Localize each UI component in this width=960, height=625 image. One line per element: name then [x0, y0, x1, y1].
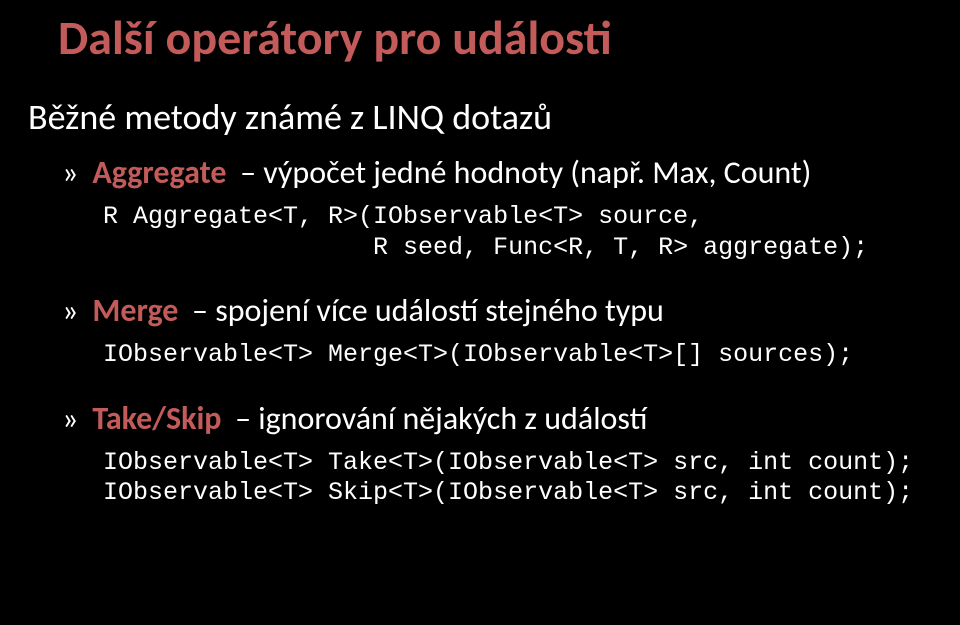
- bullet-line: » Aggregate – výpočet jedné hodnoty (nap…: [62, 153, 932, 192]
- bullet-line: » Take/Skip – ignorování nějakých z udál…: [62, 399, 932, 438]
- bullet-marker: »: [62, 153, 78, 192]
- bullet-line: » Merge – spojení více událostí stejného…: [62, 291, 932, 330]
- bullet-keyword: Aggregate: [92, 153, 226, 192]
- bullet-keyword: Take/Skip: [92, 399, 221, 438]
- bullet-marker: »: [62, 399, 78, 438]
- bullet-item-merge: » Merge – spojení více událostí stejného…: [28, 291, 932, 371]
- bullet-keyword: Merge: [92, 291, 178, 330]
- code-block-takeskip: IObservable<T> Take<T>(IObservable<T> sr…: [103, 448, 932, 509]
- slide-subtitle: Běžné metody známé z LINQ dotazů: [28, 95, 932, 139]
- bullet-item-takeskip: » Take/Skip – ignorování nějakých z udál…: [28, 399, 932, 509]
- bullet-desc: – spojení více událostí stejného typu: [192, 291, 664, 330]
- code-block-merge: IObservable<T> Merge<T>(IObservable<T>[]…: [103, 340, 932, 371]
- bullet-marker: »: [62, 291, 78, 330]
- bullet-desc: – ignorování nějakých z událostí: [235, 399, 647, 438]
- bullet-item-aggregate: » Aggregate – výpočet jedné hodnoty (nap…: [28, 153, 932, 263]
- code-block-aggregate: R Aggregate<T, R>(IObservable<T> source,…: [103, 202, 932, 263]
- bullet-desc: – výpočet jedné hodnoty (např. Max, Coun…: [240, 153, 811, 192]
- slide-title: Další operátory pro události: [58, 8, 932, 67]
